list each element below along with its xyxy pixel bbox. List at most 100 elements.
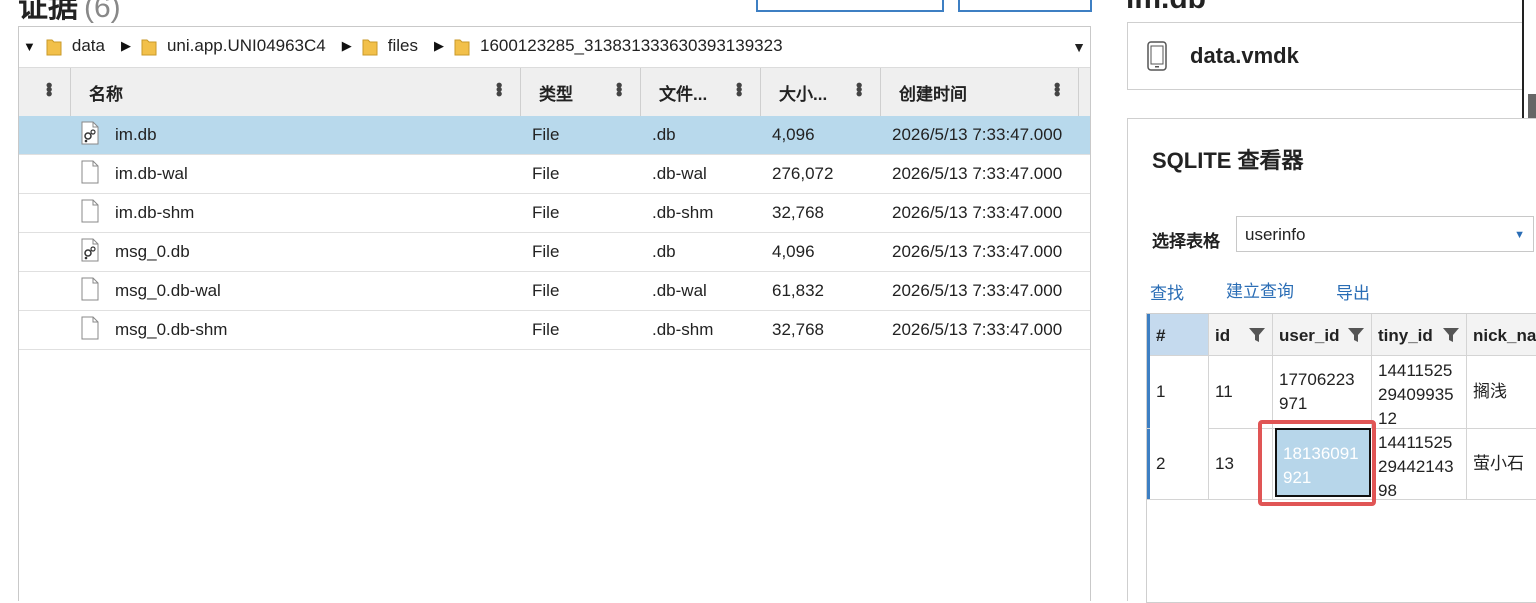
column-header-type-label: 类型: [539, 84, 573, 104]
filter-icon[interactable]: [1442, 326, 1460, 344]
file-created: 2026/5/13 7:33:47.000: [892, 320, 1063, 339]
file-size: 4,096: [772, 242, 815, 261]
folder-icon: [141, 36, 157, 56]
grid-header-tiny-id-label: tiny_id: [1378, 326, 1433, 345]
file-row[interactable]: im.db-shm File .db-shm 32,768 2026/5/13 7:33…: [19, 194, 1090, 233]
file-size: 61,832: [772, 281, 824, 300]
folder-icon: [362, 36, 378, 56]
breadcrumb-collapse-icon[interactable]: ▼: [23, 39, 36, 54]
filter-icon[interactable]: [1347, 326, 1365, 344]
file-name: im.db-wal: [115, 164, 188, 183]
grid-cell-rownum[interactable]: 1: [1150, 356, 1209, 428]
database-title: im.db: [1126, 0, 1206, 16]
cell-line: 12: [1378, 409, 1397, 428]
file-created: 2026/5/13 7:33:47.000: [892, 203, 1063, 222]
device-label: data.vmdk: [1190, 43, 1299, 68]
column-header-name-label: 名称: [89, 84, 123, 104]
phone-icon: [1147, 41, 1167, 71]
file-type: File: [532, 242, 560, 261]
column-header-created-label: 创建时间: [899, 84, 967, 104]
grid-header-id-label: id: [1215, 326, 1231, 345]
chevron-down-icon: ▼: [1514, 229, 1525, 241]
cell-line: 29409935: [1378, 385, 1454, 404]
grid-cell-nick-name[interactable]: 萤小石: [1467, 428, 1536, 499]
column-header-name[interactable]: 名称 •••: [71, 68, 521, 116]
breadcrumb-dropdown-icon[interactable]: ▼: [1072, 39, 1086, 55]
file-name: msg_0.db-shm: [115, 320, 228, 339]
file-row[interactable]: im.db File .db 4,096 2026/5/13 7:33:47.000: [19, 116, 1090, 155]
file-row[interactable]: im.db-wal File .db-wal 276,072 2026/5/13 7:3…: [19, 155, 1090, 194]
cell-line: 98: [1378, 481, 1397, 499]
highlight-annotation-box: [1258, 420, 1376, 506]
file-type: File: [532, 203, 560, 222]
breadcrumb-separator-icon: ▶: [341, 38, 352, 53]
filter-icon[interactable]: [1248, 326, 1266, 344]
file-extension: .db: [652, 242, 676, 261]
file-size: 4,096: [772, 125, 815, 144]
cell-line: 14411525: [1378, 433, 1453, 452]
find-link[interactable]: 查找: [1150, 279, 1184, 304]
table-select-value: userinfo: [1245, 225, 1306, 244]
grid-cell-tiny-id[interactable]: 14411525 29409935 12: [1372, 356, 1467, 428]
breadcrumb-item-data[interactable]: data: [72, 36, 105, 56]
table-select-dropdown[interactable]: userinfo ▼: [1236, 216, 1534, 252]
grid-header-nick-name[interactable]: nick_na: [1467, 314, 1536, 356]
file-row[interactable]: msg_0.db-wal File .db-wal 61,832 2026/5/13 7…: [19, 272, 1090, 311]
file-extension: .db-wal: [652, 164, 707, 183]
grid-header-tiny-id[interactable]: tiny_id: [1372, 314, 1467, 356]
more-vertical-icon[interactable]: •••: [729, 82, 749, 95]
scrollbar[interactable]: [1522, 0, 1536, 128]
toolbar-button-1[interactable]: [756, 0, 944, 12]
breadcrumb-separator-icon: ▶: [120, 38, 131, 53]
file-extension: .db-shm: [652, 320, 714, 339]
more-vertical-icon[interactable]: •••: [609, 82, 629, 95]
column-header-extension[interactable]: 文件... •••: [641, 68, 761, 116]
cell-line: 971: [1279, 394, 1308, 413]
build-query-link[interactable]: 建立查询: [1226, 277, 1294, 302]
export-link[interactable]: 导出: [1336, 279, 1370, 304]
more-vertical-icon[interactable]: •••: [1047, 82, 1067, 95]
column-header-created[interactable]: 创建时间 •••: [881, 68, 1079, 116]
column-header-extension-label: 文件...: [659, 84, 708, 104]
file-icon: [81, 277, 99, 301]
grid-header-rownum[interactable]: #: [1150, 314, 1209, 356]
file-size: 32,768: [772, 203, 824, 222]
evidence-title-text: 证据: [18, 0, 78, 24]
breadcrumb-item-app[interactable]: uni.app.UNI04963C4: [167, 36, 326, 56]
grid-cell-rownum[interactable]: 2: [1150, 428, 1209, 499]
file-icon: [81, 160, 99, 184]
file-created: 2026/5/13 7:33:47.000: [892, 164, 1063, 183]
file-row[interactable]: msg_0.db File .db 4,096 2026/5/13 7:33:47.00…: [19, 233, 1090, 272]
file-row[interactable]: msg_0.db-shm File .db-shm 32,768 2026/5/13 7…: [19, 311, 1090, 350]
file-created: 2026/5/13 7:33:47.000: [892, 125, 1063, 144]
grid-cell-id[interactable]: 11: [1209, 356, 1273, 428]
evidence-title: 证据 (6): [18, 0, 121, 26]
column-options-button[interactable]: •••: [19, 68, 71, 116]
file-table-header: ••• 名称 ••• 类型 ••• 文件... ••• 大小... ••• 创建时间 ••…: [19, 67, 1090, 117]
column-header-type[interactable]: 类型 •••: [521, 68, 641, 116]
grid-cell-tiny-id[interactable]: 14411525 29442143 98: [1372, 428, 1467, 499]
folder-icon: [454, 36, 470, 56]
table-select-label: 选择表格: [1152, 232, 1220, 251]
file-size: 276,072: [772, 164, 834, 183]
breadcrumb-item-user-folder[interactable]: 1600123285_313831333630393139323: [480, 36, 783, 56]
file-name: msg_0.db-wal: [115, 281, 221, 300]
file-created: 2026/5/13 7:33:47.000: [892, 281, 1063, 300]
toolbar-button-2[interactable]: [958, 0, 1092, 12]
file-icon: [81, 199, 99, 223]
grid-header-id[interactable]: id: [1209, 314, 1273, 356]
more-vertical-icon[interactable]: •••: [489, 82, 509, 95]
sqlite-viewer-title: SQLITE 查看器: [1152, 148, 1304, 173]
grid-row[interactable]: 1 11 17706223 971 14411525 29409935 12 搁浅: [1147, 356, 1536, 429]
breadcrumb: ▼ data ▶ uni.app.UNI04963C4 ▶ files ▶ 16…: [19, 27, 1090, 65]
column-header-size[interactable]: 大小... •••: [761, 68, 881, 116]
grid-cell-nick-name[interactable]: 搁浅: [1467, 356, 1536, 428]
breadcrumb-separator-icon: ▶: [433, 38, 444, 53]
grid-header-user-id[interactable]: user_id: [1273, 314, 1372, 356]
grid-cell-user-id[interactable]: 17706223 971: [1273, 356, 1372, 428]
file-type: File: [532, 164, 560, 183]
breadcrumb-item-files[interactable]: files: [388, 36, 418, 56]
device-panel: data.vmdk: [1127, 22, 1536, 90]
more-vertical-icon[interactable]: •••: [849, 82, 869, 95]
scrollbar-grip[interactable]: [1528, 94, 1536, 120]
